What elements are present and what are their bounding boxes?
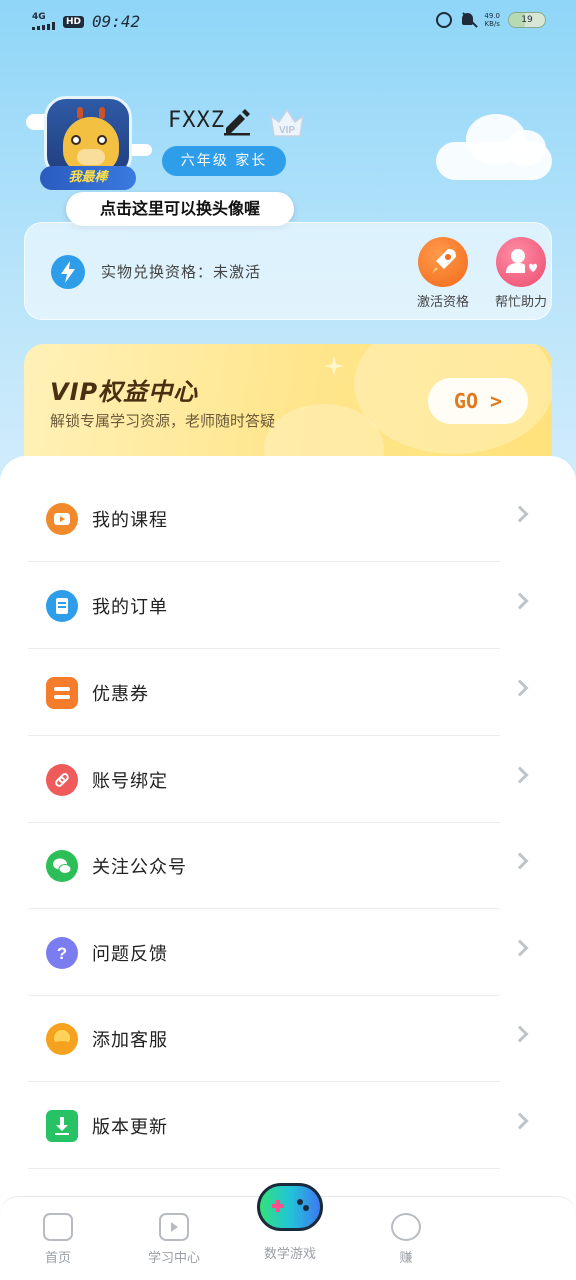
help-boost-button[interactable]: 帮忙助力: [483, 237, 559, 310]
activate-qualification-button[interactable]: 激活资格: [405, 237, 481, 310]
download-icon: [46, 1110, 78, 1142]
nav-study-center[interactable]: 学习中心: [124, 1213, 224, 1266]
menu-panel: 我的课程 我的订单 优惠券 账号绑定 关注公众号 ? 问题反馈 添加客服 版本更…: [0, 456, 576, 1280]
status-left: 4G HD 09:42: [32, 12, 140, 31]
star-icon: [391, 1213, 421, 1241]
chevron-right-icon: [511, 505, 529, 523]
redeem-card: 实物兑换资格：未激活 激活资格 帮忙助力: [24, 222, 552, 320]
battery-icon: 19: [508, 12, 546, 28]
chevron-right-icon: [511, 592, 529, 610]
giraffe-avatar-icon: [63, 107, 119, 173]
battery-level: 19: [521, 15, 533, 25]
nav-label: 赚: [399, 1251, 413, 1266]
bottom-nav: 首页 学习中心 数学游戏 赚: [0, 1183, 576, 1280]
nav-label: 首页: [44, 1251, 71, 1266]
status-time: 09:42: [92, 12, 141, 31]
home-icon: [43, 1213, 73, 1241]
play-icon: [159, 1213, 189, 1241]
menu-label: 我的订单: [92, 597, 168, 618]
gamepad-icon: [257, 1183, 323, 1231]
chevron-right-icon: [511, 679, 529, 697]
avatar-tooltip[interactable]: 点击这里可以换头像喔: [66, 192, 294, 226]
rocket-icon: [418, 237, 468, 287]
menu-item-my-courses[interactable]: 我的课程: [28, 476, 548, 562]
wechat-icon: [46, 850, 78, 882]
menu-label: 我的课程: [92, 510, 168, 531]
clipboard-icon: [46, 590, 78, 622]
sparkle-icon: [324, 356, 344, 376]
network-type: 4G: [32, 12, 46, 22]
nav-home[interactable]: 首页: [8, 1213, 108, 1266]
menu-item-add-service[interactable]: 添加客服: [28, 996, 548, 1082]
status-bar: 4G HD 09:42 49.0 KB/s 19: [0, 0, 576, 44]
menu-label: 账号绑定: [92, 771, 168, 792]
chevron-right-icon: [511, 939, 529, 957]
alarm-icon: [436, 12, 453, 28]
customer-service-icon: [46, 1023, 78, 1055]
menu-label: 问题反馈: [92, 944, 168, 965]
question-icon: ?: [46, 937, 78, 969]
vip-go-button[interactable]: GO >: [428, 378, 528, 424]
edit-icon[interactable]: [222, 106, 252, 136]
network-speed: 49.0 KB/s: [484, 12, 500, 28]
nav-label: 数学游戏: [263, 1247, 316, 1262]
status-right: 49.0 KB/s 19: [436, 12, 546, 28]
link-icon: [46, 764, 78, 796]
menu-label: 优惠券: [92, 684, 149, 705]
menu-item-coupons[interactable]: 优惠券: [28, 650, 548, 736]
avatar-banner: 我最棒: [40, 166, 136, 190]
video-icon: [46, 503, 78, 535]
hd-badge: HD: [63, 15, 85, 28]
cloud-decoration: [436, 114, 552, 180]
menu-item-feedback[interactable]: ? 问题反馈: [28, 910, 548, 996]
chevron-right-icon: [511, 1025, 529, 1043]
chevron-right-icon: [511, 1112, 529, 1130]
menu-label: 添加客服: [92, 1030, 168, 1051]
lightning-icon: [51, 255, 85, 289]
grade-badge: 六年级 家长: [162, 146, 286, 176]
nav-earn[interactable]: 赚: [356, 1213, 456, 1266]
activate-label: 激活资格: [416, 295, 469, 310]
nav-label: 学习中心: [147, 1251, 200, 1266]
menu-item-version-update[interactable]: 版本更新: [28, 1083, 548, 1169]
menu-label: 关注公众号: [92, 857, 187, 878]
redeem-status: 实物兑换资格：未激活: [101, 263, 262, 281]
signal-icon: 4G: [32, 13, 55, 30]
menu-item-follow-account[interactable]: 关注公众号: [28, 823, 548, 909]
user-heart-icon: [496, 237, 546, 287]
menu-item-my-orders[interactable]: 我的订单: [28, 563, 548, 649]
avatar[interactable]: 我最棒: [26, 88, 152, 198]
vip-badge-text: VIP: [279, 125, 295, 136]
mute-bell-icon: [460, 12, 476, 28]
chevron-right-icon: [511, 852, 529, 870]
svg-text:?: ?: [57, 944, 67, 963]
coupon-icon: [46, 677, 78, 709]
vip-title: VIP权益中心: [50, 378, 199, 406]
chevron-right-icon: [511, 766, 529, 784]
nav-math-game[interactable]: 数学游戏: [244, 1183, 336, 1262]
vip-crown-icon: VIP: [269, 108, 305, 137]
menu-label: 版本更新: [92, 1117, 168, 1138]
menu-item-account-binding[interactable]: 账号绑定: [28, 737, 548, 823]
help-label: 帮忙助力: [494, 295, 547, 310]
username: FXXZ: [168, 108, 225, 133]
vip-subtitle: 解锁专属学习资源，老师随时答疑: [50, 412, 276, 430]
